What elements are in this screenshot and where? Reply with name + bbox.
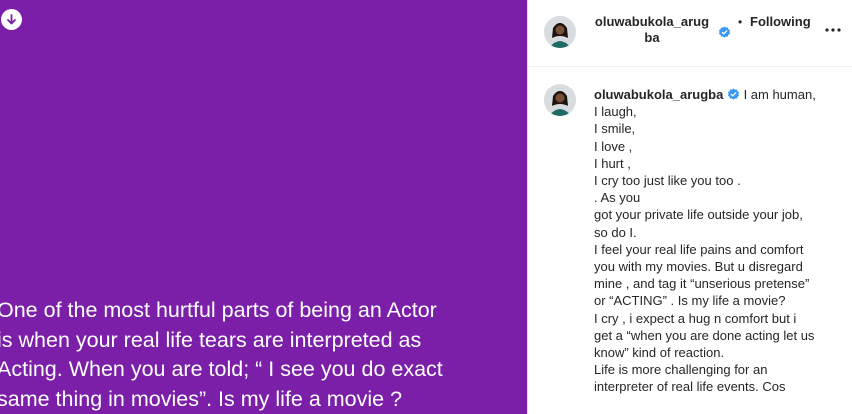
caption-first-line: oluwabukola_arugba I am human, [594,86,844,103]
caption-line: got your private life outside your job, [594,207,803,223]
post-header: oluwabukola_arug ba • Following [528,0,852,67]
separator-dot: • [738,15,743,29]
avatar[interactable] [544,16,576,48]
caption-line: I love , [594,138,633,154]
caption-line: or “ACTING” . Is my life a movie? [594,293,786,309]
post-caption: oluwabukola_arugba I am human, I laugh, … [594,86,844,396]
caption-line: I cry too just like you too . [594,173,741,189]
quote-line: Acting. When you are told; “ I see you d… [0,357,443,381]
header-username[interactable]: oluwabukola_arug ba [592,14,712,46]
post-side-panel: oluwabukola_arug ba • Following oluwabuk… [528,0,852,414]
caption-avatar[interactable] [544,84,576,116]
caption-line: you with my movies. But u disregard [594,259,803,275]
profile-photo-icon [544,16,576,48]
download-icon[interactable] [1,9,22,30]
username-line: ba [644,30,660,45]
caption-line: I feel your real life pains and comfort [594,241,804,257]
caption-line: I smile, [594,121,636,137]
verified-badge-icon [718,24,731,42]
caption-line: I hurt , [594,155,631,171]
caption-text: I am human, [743,87,816,102]
post-image[interactable]: One of the most hurtful parts of being a… [0,0,527,414]
caption-line: get a “when you are done acting let us [594,327,815,343]
following-button[interactable]: Following [750,14,811,29]
profile-photo-icon [544,84,576,116]
arrow-down-icon [7,14,16,25]
caption-line: . As you [594,190,641,206]
caption-line: so do I. [594,224,637,240]
more-options-icon[interactable] [824,22,842,38]
caption-line: interpreter of real life events. Cos [594,379,786,395]
quote-line: is when your real life tears are interpr… [0,327,422,352]
caption-line: I cry , i expect a hug n comfort but i [594,310,797,326]
username-line: oluwabukola_arug [594,14,710,29]
caption-line: Life is more challenging for an [594,362,768,378]
caption-line: know” kind of reaction. [594,345,725,361]
caption-username[interactable]: oluwabukola_arugba [594,87,723,102]
quote-line: One of the most hurtful parts of being a… [0,298,437,322]
caption-line: mine , and tag it “unserious pretense” [594,276,810,292]
caption-line: I laugh, [594,104,637,120]
quote-line: same thing in movies”. Is my life a movi… [0,386,403,411]
post-quote-text: One of the most hurtful parts of being a… [0,296,527,414]
verified-badge-icon [727,88,739,100]
